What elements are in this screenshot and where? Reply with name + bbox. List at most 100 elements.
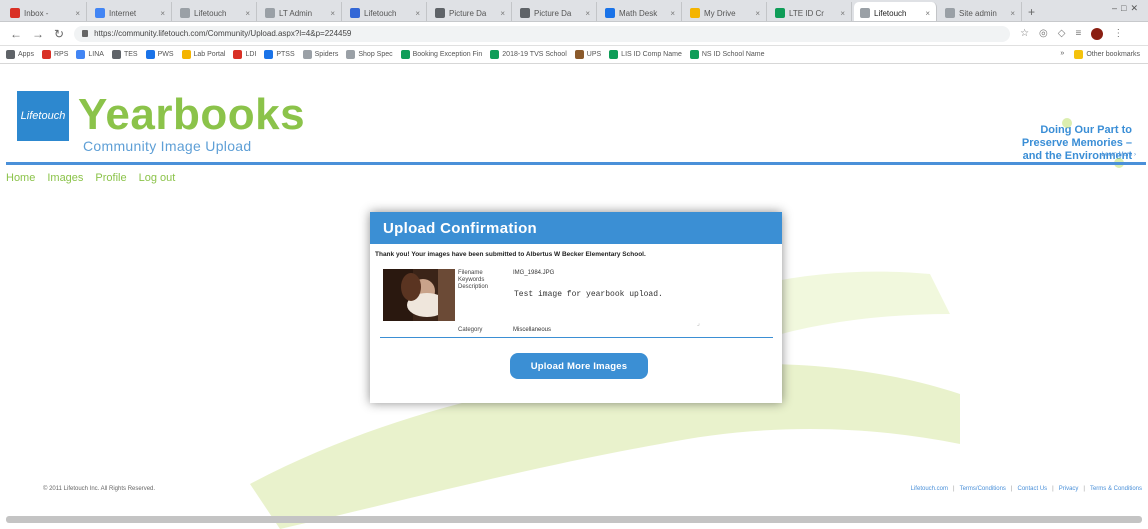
bookmark-item[interactable]: LIS ID Comp Name [609,50,682,59]
other-bookmarks[interactable]: Other bookmarks [1074,50,1140,59]
bookmark-label: Booking Exception Fin [412,51,483,58]
bookmark-item[interactable]: Shop Spec [346,50,393,59]
copyright-text: © 2011 Lifetouch Inc. All Rights Reserve… [43,486,156,492]
tab-close-icon[interactable]: × [245,9,250,18]
tab-close-icon[interactable]: × [755,9,760,18]
reload-icon[interactable]: ↻ [54,27,64,41]
bookmark-item[interactable]: Apps [6,50,34,59]
bookmark-favicon-icon [490,50,500,59]
tab-close-icon[interactable]: × [670,9,675,18]
tab-close-icon[interactable]: × [500,9,505,18]
browser-tab[interactable]: Lifetouch × [174,2,257,21]
bookmark-favicon-icon [41,50,51,59]
tab-close-icon[interactable]: × [585,9,590,18]
bookmark-item[interactable]: Lab Portal [181,50,225,59]
site-tagline: Community Image Upload [83,138,252,154]
footer-link[interactable]: Privacy [1059,486,1079,492]
photo-preview [383,269,455,321]
footer-links: Lifetouch.com | Terms/Conditions | Contact… [911,486,1142,492]
bookmark-item[interactable]: LDI [233,50,256,59]
bookmark-favicon-icon [111,50,121,59]
logo-text: Lifetouch [20,110,66,122]
uploaded-image-thumbnail [383,269,455,321]
browser-tab[interactable]: LTE ID Cr × [769,2,852,21]
profile-avatar[interactable] [1091,27,1104,40]
back-arrow-icon[interactable]: ← [10,27,22,41]
bookmark-item[interactable]: RPS [41,50,69,59]
extension-icon[interactable]: ◇ [1058,28,1066,39]
page: Lifetouch Yearbooks Community Image Uplo… [0,64,1148,529]
filename-label: Filename [458,270,483,276]
bookmark-favicon-icon [689,50,699,59]
resize-grip-icon[interactable]: ⌟ [696,320,700,327]
tab-close-icon[interactable]: × [75,9,80,18]
extension-icon[interactable]: ◎ [1039,28,1048,39]
bookmark-label: LINA [88,51,104,58]
bookmark-favicon-icon [264,50,274,59]
browser-tab[interactable]: Inbox - × [4,2,87,21]
forward-arrow-icon[interactable]: → [32,27,44,41]
more-options-icon[interactable]: ⋮ [1113,28,1123,39]
browser-tab[interactable]: Picture Da × [429,2,512,21]
upload-more-images-button[interactable]: Upload More Images [510,353,648,379]
footer-link[interactable]: Contact Us [1017,486,1047,492]
footer-link[interactable]: Terms & Conditions [1090,486,1142,492]
description-field[interactable]: Test image for yearbook upload. ⌟ [510,286,700,327]
bookmark-item[interactable]: PTSS [264,50,295,59]
tab-favicon-icon [775,8,785,18]
window-controls[interactable]: –□✕ [1112,3,1142,14]
learn-more-link[interactable]: Learn More › [1102,152,1136,158]
menu-icon[interactable]: ≡ [1075,28,1081,39]
bookmark-item[interactable]: LINA [76,50,104,59]
separator: | [1083,486,1085,492]
tab-close-icon[interactable]: × [925,9,930,18]
browser-tab[interactable]: Site admin × [939,2,1022,21]
new-tab-button[interactable]: + [1024,5,1041,21]
description-label: Description [458,284,489,290]
lifetouch-logo[interactable]: Lifetouch [17,91,69,141]
footer-link[interactable]: Lifetouch.com [911,486,948,492]
bookmark-label: Shop Spec [358,51,393,58]
tab-close-icon[interactable]: × [330,9,335,18]
nav-home[interactable]: Home [6,172,35,184]
tab-label: LT Admin [279,8,313,18]
browser-tab[interactable]: Lifetouch × [854,2,937,21]
tab-close-icon[interactable]: × [840,9,845,18]
bookmark-label: RPS [53,51,69,58]
main-nav: Home Images Profile Log out [6,172,175,184]
browser-tab[interactable]: LT Admin × [259,2,342,21]
other-bookmarks-label: Other bookmarks [1086,51,1140,58]
bookmark-label: 2018-19 TVS School [502,51,567,58]
bookmark-item[interactable]: Spiders [302,50,339,59]
bookmark-item[interactable]: 2018-19 TVS School [490,50,567,59]
browser-tab[interactable]: Picture Da × [514,2,597,21]
tab-close-icon[interactable]: × [160,9,165,18]
browser-tab[interactable]: Internet × [89,2,172,21]
bookmarks-overflow-icon[interactable]: » [1060,50,1064,59]
bookmark-label: PWS [157,51,174,58]
upload-confirmation-dialog: Upload Confirmation Thank you! Your imag… [370,212,782,403]
tab-label: Math Desk [619,8,658,18]
browser-tab[interactable]: My Drive × [684,2,767,21]
tab-close-icon[interactable]: × [1010,9,1015,18]
bookmark-star-icon[interactable]: ☆ [1020,28,1029,39]
nav-logout[interactable]: Log out [139,172,176,184]
nav-profile[interactable]: Profile [95,172,126,184]
browser-tab[interactable]: Math Desk × [599,2,682,21]
url-field[interactable]: https://community.lifetouch.com/Communit… [74,25,1011,42]
tab-close-icon[interactable]: × [415,9,420,18]
horizontal-scrollbar[interactable] [6,516,1142,523]
nav-images[interactable]: Images [47,172,83,184]
bookmark-item[interactable]: PWS [145,50,174,59]
bookmark-item[interactable]: TES [111,50,138,59]
footer-link[interactable]: Terms/Conditions [960,486,1006,492]
browser-tab[interactable]: Lifetouch × [344,2,427,21]
bookmark-item[interactable]: UPS [574,50,601,59]
dialog-divider [380,337,773,338]
bookmark-item[interactable]: Booking Exception Fin [400,50,483,59]
bookmark-label: Spiders [314,51,339,58]
lock-icon [82,30,89,37]
bookmark-favicon-icon [6,50,15,59]
bookmark-favicon-icon [145,50,155,59]
bookmark-item[interactable]: NS ID School Name [689,50,765,59]
